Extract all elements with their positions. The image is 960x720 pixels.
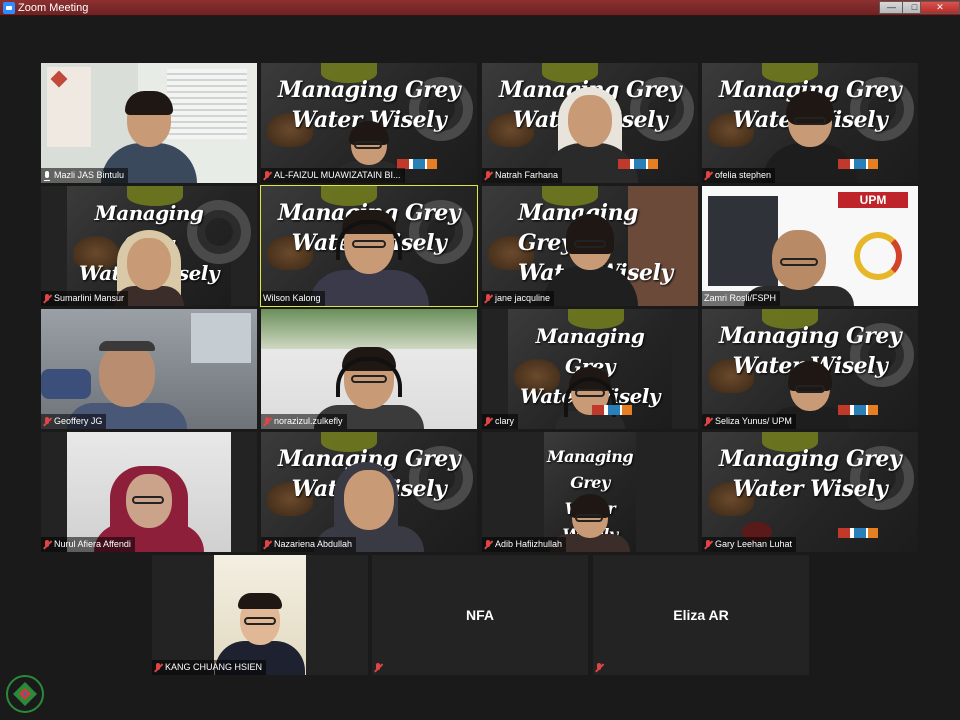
muted-mic-icon xyxy=(704,170,712,181)
participant-name-label: Mazli JAS Bintulu xyxy=(41,168,129,183)
participant-person xyxy=(555,367,625,429)
gallery-view: Mazli JAS Bintulu Managing Grey Water Wis… xyxy=(0,16,960,720)
participant-name-label: AL-FAIZUL MUAWIZATAIN BI... xyxy=(261,168,405,183)
video-feed: UPM xyxy=(702,186,918,306)
participant-name-label: Natrah Farhana xyxy=(482,168,563,183)
muted-mic-icon xyxy=(484,170,492,181)
participant-name-label: norazizul.zulkefly xyxy=(261,414,347,429)
participant-tile[interactable]: Managing Grey Water Wisely ofelia stephen xyxy=(702,63,918,183)
participant-tile[interactable]: Eliza AR xyxy=(593,555,809,675)
video-feed: Managing GreyWater Wisely xyxy=(261,186,477,306)
participant-tile[interactable]: Managing Grey Water Wisely jane jacquline xyxy=(482,186,698,306)
muted-mic-icon xyxy=(484,293,492,304)
upm-logo: UPM xyxy=(838,192,908,208)
participant-name-label: Wilson Kalong xyxy=(261,291,325,306)
minimize-button[interactable]: — xyxy=(879,1,904,14)
muted-mic-icon xyxy=(484,539,492,550)
anniversary-logo xyxy=(854,232,902,280)
participant-tile[interactable]: NFA xyxy=(372,555,588,675)
video-feed: Managing GreyWater Wisely xyxy=(261,432,477,552)
participant-name-label xyxy=(593,660,607,675)
video-feed xyxy=(41,63,257,183)
participant-name-label: Geoffery JG xyxy=(41,414,107,429)
participant-name-label: ofelia stephen xyxy=(702,168,776,183)
participant-tile[interactable]: Mazli JAS Bintulu xyxy=(41,63,257,183)
participant-display-name: Eliza AR xyxy=(673,607,729,623)
video-feed: Managing GreyWater Wisely xyxy=(67,186,251,306)
participant-name-label: KANG CHUANG HSIEN xyxy=(152,660,267,675)
window-view xyxy=(261,309,477,349)
participant-display-name: NFA xyxy=(466,607,494,623)
participant-tile[interactable]: Geoffery JG xyxy=(41,309,257,429)
video-feed: Managing GreyWater Wisely xyxy=(702,432,918,552)
muted-mic-icon xyxy=(704,416,712,427)
muted-mic-icon xyxy=(263,539,271,550)
video-feed: Managing GreyWater Wisely xyxy=(482,63,698,183)
participant-tile[interactable]: KANG CHUANG HSIEN xyxy=(152,555,368,675)
muted-mic-icon xyxy=(595,662,603,673)
participant-person xyxy=(542,214,638,306)
close-button[interactable]: ✕ xyxy=(920,1,960,14)
window-title: Zoom Meeting xyxy=(18,2,89,14)
participant-name-label: clary xyxy=(482,414,519,429)
participant-tile[interactable]: Nurul Afiera Affendi xyxy=(41,432,257,552)
video-feed: Managing GreyWater Wisely xyxy=(482,186,698,306)
participant-person xyxy=(309,210,429,306)
muted-mic-icon xyxy=(484,416,492,427)
participant-name-label: Zamri Rosli/FSPH xyxy=(702,291,781,306)
participant-name-label: Nurul Afiera Affendi xyxy=(41,537,135,552)
title-bar: Zoom Meeting — □ ✕ xyxy=(0,0,960,16)
muted-mic-icon xyxy=(43,416,51,427)
participant-name-label: Gary Leehan Luhat xyxy=(702,537,797,552)
muted-mic-icon xyxy=(154,662,162,673)
wall-poster xyxy=(191,313,251,363)
participant-name-label: Seliza Yunus/ UPM xyxy=(702,414,796,429)
participant-tile[interactable]: Managing GreyWater Wisely Adib Hafiizhul… xyxy=(482,432,698,552)
muted-mic-icon xyxy=(43,539,51,550)
video-feed: Managing GreyWater Wisely xyxy=(261,63,477,183)
participant-tile[interactable]: Managing Grey Water Wisely Nazariena Abdu… xyxy=(261,432,477,552)
participant-name-label xyxy=(372,660,386,675)
muted-mic-icon xyxy=(43,293,51,304)
participant-name-label: Sumarlini Mansur xyxy=(41,291,129,306)
active-speaker-tile[interactable]: Managing Grey Water Wisely Wilson Kalong xyxy=(260,185,478,307)
zoom-app-icon xyxy=(3,2,15,14)
participant-tile[interactable]: Managing Grey Water Wisely AL-FAIZUL MUAW… xyxy=(261,63,477,183)
video-feed: Managing GreyWater Wisely xyxy=(702,63,918,183)
muted-mic-icon xyxy=(263,416,271,427)
participant-name-label: jane jacquline xyxy=(482,291,555,306)
poster-headline: Managing GreyWater Wisely xyxy=(718,446,902,502)
video-feed xyxy=(41,309,257,429)
muted-mic-icon xyxy=(374,662,382,673)
muted-mic-icon xyxy=(263,170,271,181)
pin-icon xyxy=(43,170,51,181)
participant-tile[interactable]: Managing GreyWater Wisely Sumarlini Mans… xyxy=(41,186,257,306)
participant-tile[interactable]: Managing Grey Water Wisely Seliza Yunus/ … xyxy=(702,309,918,429)
participant-name-label: Nazariena Abdullah xyxy=(261,537,357,552)
participant-person xyxy=(762,91,858,183)
video-feed xyxy=(214,555,306,675)
participant-tile[interactable]: Managing Grey Water Wisely Gary Leehan Lu… xyxy=(702,432,918,552)
muted-mic-icon xyxy=(704,539,712,550)
participant-name-label: Adib Hafiizhullah xyxy=(482,537,567,552)
poster-board xyxy=(47,67,91,147)
video-feed: Managing GreyWater Wisely xyxy=(508,309,672,429)
video-feed xyxy=(67,432,231,552)
participant-tile[interactable]: UPM Zamri Rosli/FSPH xyxy=(702,186,918,306)
participant-tile[interactable]: Managing Grey Water Wisely clary xyxy=(482,309,698,429)
video-feed: Managing GreyWater Wisely xyxy=(482,432,698,552)
video-feed xyxy=(261,309,477,429)
organization-logo-icon xyxy=(6,675,44,713)
participant-tile[interactable]: norazizul.zulkefly xyxy=(261,309,477,429)
video-feed: Managing GreyWater Wisely xyxy=(702,309,918,429)
participant-tile[interactable]: Managing Grey Water Wisely Natrah Farhana xyxy=(482,63,698,183)
